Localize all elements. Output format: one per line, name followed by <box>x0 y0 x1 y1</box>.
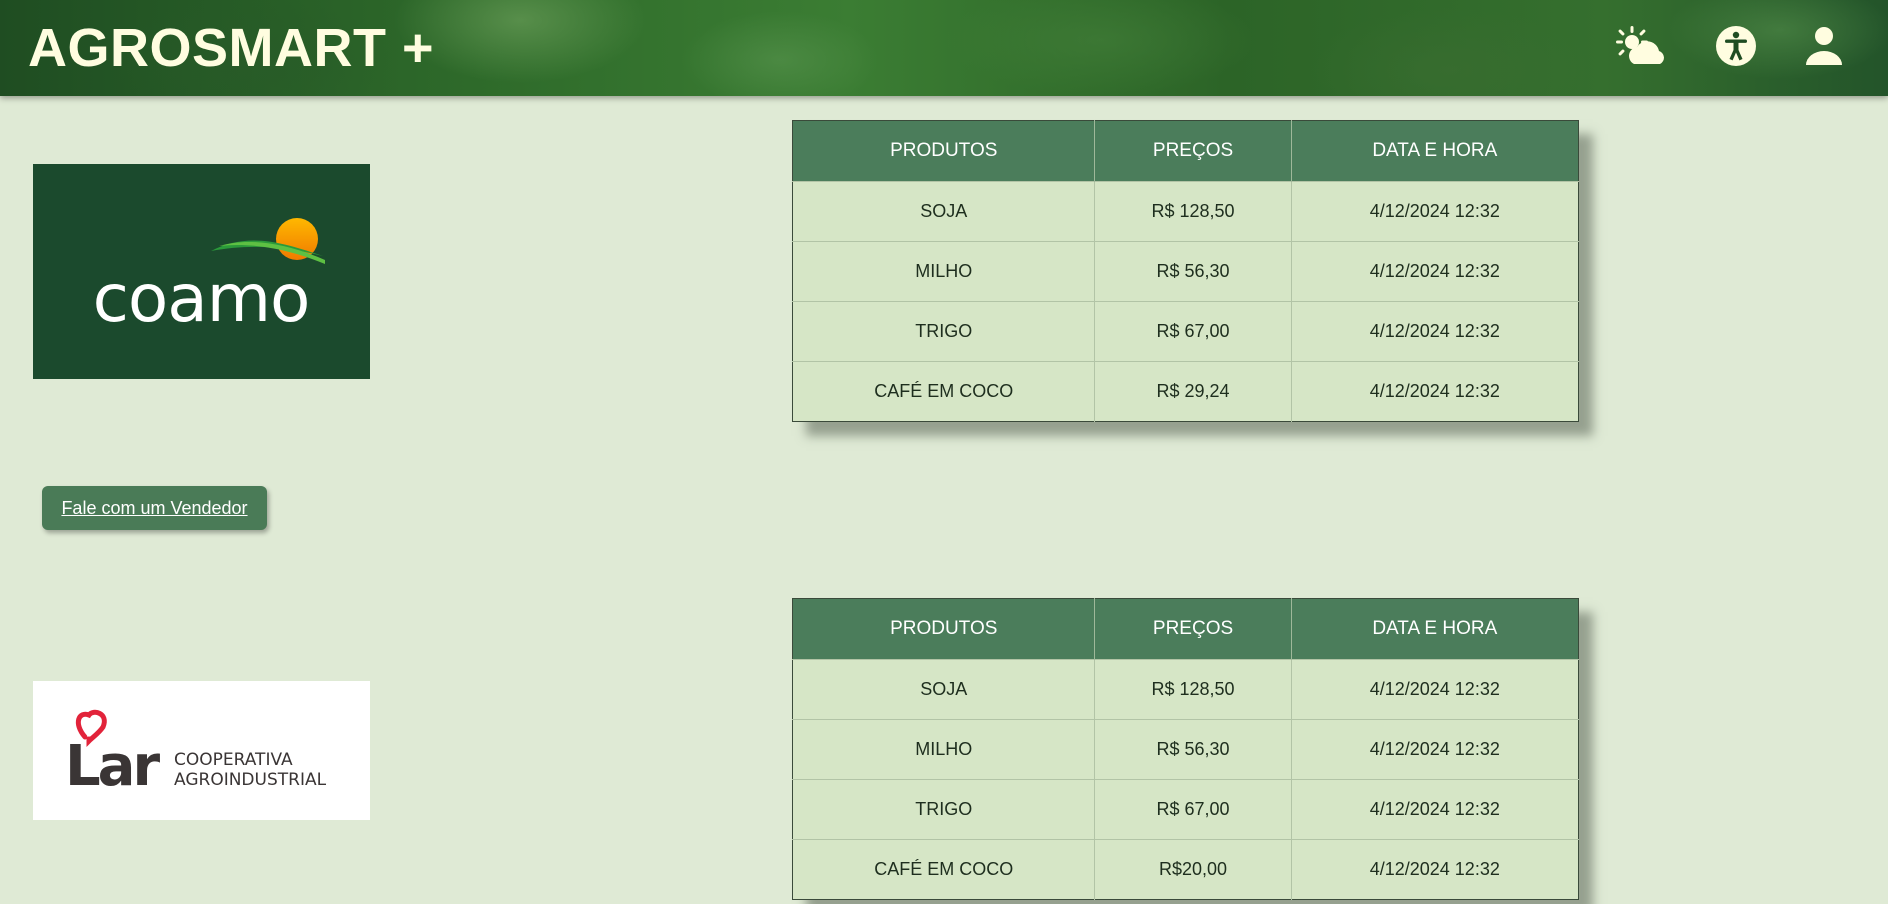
lar-logo-line2: AGROINDUSTRIAL <box>174 770 327 790</box>
datetime-cell: 4/12/2024 12:32 <box>1291 241 1579 302</box>
table-row: TRIGO R$ 67,00 4/12/2024 12:32 <box>792 301 1579 362</box>
table-header-row: PRODUTOS PREÇOS DATA E HORA <box>792 598 1579 660</box>
product-cell: MILHO <box>792 719 1096 780</box>
lar-logo-graphic: Lar COOPERATIVA AGROINDUSTRIAL <box>65 709 327 799</box>
product-cell: SOJA <box>792 181 1096 242</box>
product-cell: CAFÉ EM COCO <box>792 839 1096 900</box>
price-cell: R$ 29,24 <box>1094 361 1292 422</box>
price-cell: R$ 67,00 <box>1094 779 1292 840</box>
datetime-cell: 4/12/2024 12:32 <box>1291 181 1579 242</box>
lar-logo-word: Lar <box>65 734 160 799</box>
datetime-cell: 4/12/2024 12:32 <box>1291 361 1579 422</box>
table-header-row: PRODUTOS PREÇOS DATA E HORA <box>792 120 1579 182</box>
price-cell: R$ 67,00 <box>1094 301 1292 362</box>
accessibility-icon[interactable] <box>1714 24 1762 72</box>
header-products: PRODUTOS <box>792 120 1096 182</box>
coamo-logo: coamo <box>33 164 370 379</box>
top-header: AGROSMART + <box>0 0 1888 96</box>
datetime-cell: 4/12/2024 12:32 <box>1291 659 1579 720</box>
product-cell: TRIGO <box>792 301 1096 362</box>
header-prices: PREÇOS <box>1094 598 1292 660</box>
coamo-price-table: PRODUTOS PREÇOS DATA E HORA SOJA R$ 128,… <box>792 120 1579 422</box>
user-icon[interactable] <box>1802 24 1850 72</box>
header-datetime: DATA E HORA <box>1291 598 1579 660</box>
datetime-cell: 4/12/2024 12:32 <box>1291 779 1579 840</box>
datetime-cell: 4/12/2024 12:32 <box>1291 839 1579 900</box>
table-row: MILHO R$ 56,30 4/12/2024 12:32 <box>792 719 1579 780</box>
product-cell: TRIGO <box>792 779 1096 840</box>
price-cell: R$ 56,30 <box>1094 241 1292 302</box>
table-row: MILHO R$ 56,30 4/12/2024 12:32 <box>792 241 1579 302</box>
brand-title[interactable]: AGROSMART + <box>28 18 434 78</box>
product-cell: MILHO <box>792 241 1096 302</box>
table-row: SOJA R$ 128,50 4/12/2024 12:32 <box>792 181 1579 242</box>
table-row: SOJA R$ 128,50 4/12/2024 12:32 <box>792 659 1579 720</box>
lar-logo: Lar COOPERATIVA AGROINDUSTRIAL <box>33 681 370 820</box>
lar-price-table: PRODUTOS PREÇOS DATA E HORA SOJA R$ 128,… <box>792 598 1579 900</box>
price-cell: R$ 128,50 <box>1094 181 1292 242</box>
weather-icon[interactable] <box>1614 24 1664 72</box>
price-cell: R$ 128,50 <box>1094 659 1292 720</box>
product-cell: SOJA <box>792 659 1096 720</box>
lar-logo-line1: COOPERATIVA <box>174 750 293 770</box>
header-prices: PREÇOS <box>1094 120 1292 182</box>
product-cell: CAFÉ EM COCO <box>792 361 1096 422</box>
table-row: TRIGO R$ 67,00 4/12/2024 12:32 <box>792 779 1579 840</box>
datetime-cell: 4/12/2024 12:32 <box>1291 719 1579 780</box>
price-cell: R$ 56,30 <box>1094 719 1292 780</box>
coamo-logo-graphic: coamo <box>93 218 325 337</box>
table-row: CAFÉ EM COCO R$20,00 4/12/2024 12:32 <box>792 839 1579 900</box>
datetime-cell: 4/12/2024 12:32 <box>1291 301 1579 362</box>
header-products: PRODUTOS <box>792 598 1096 660</box>
coamo-logo-text: coamo <box>93 260 310 337</box>
table-row: CAFÉ EM COCO R$ 29,24 4/12/2024 12:32 <box>792 361 1579 422</box>
contact-seller-button[interactable]: Fale com um Vendedor <box>42 486 267 530</box>
header-datetime: DATA E HORA <box>1291 120 1579 182</box>
price-cell: R$20,00 <box>1094 839 1292 900</box>
